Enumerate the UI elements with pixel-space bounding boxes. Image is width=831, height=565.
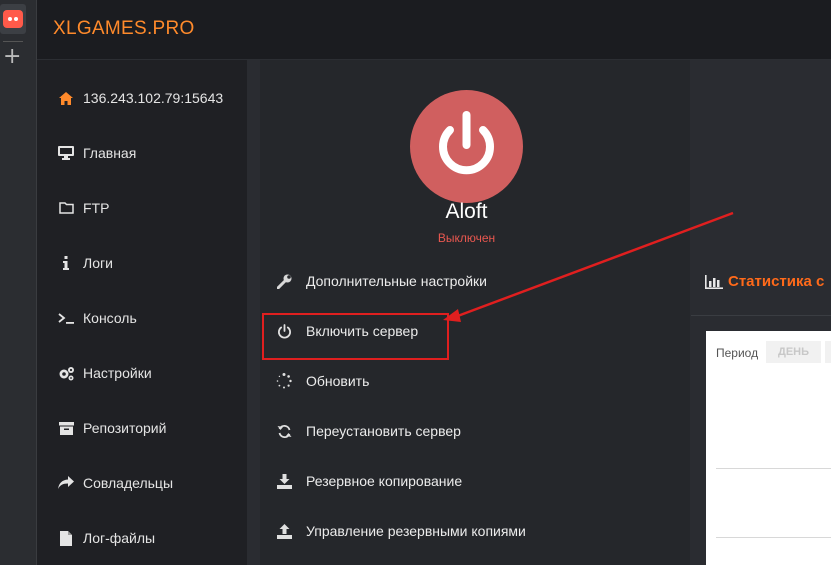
power-icon (276, 323, 292, 339)
top-header: XLGAMES.PRO (37, 0, 831, 60)
manage-backups-button[interactable]: Управление резервными копиями (276, 514, 526, 548)
backup-button[interactable]: Резервное копирование (276, 464, 462, 498)
period-label: Период (716, 346, 759, 360)
sidebar-item-coowners[interactable]: Совладельцы (37, 463, 247, 503)
wrench-icon (276, 273, 292, 289)
update-button[interactable]: Обновить (276, 364, 369, 398)
download-icon (276, 473, 292, 489)
info-icon (57, 255, 75, 271)
chart-gridline (716, 468, 831, 469)
refresh-icon (276, 423, 292, 439)
sidebar: 136.243.102.79:15643 Главная FTP Логи Ко… (37, 60, 247, 565)
sidebar-item-console[interactable]: Консоль (37, 298, 247, 338)
app-rail: + (0, 0, 37, 565)
sidebar-item-label: Лог-файлы (83, 530, 156, 546)
reinstall-server-button[interactable]: Переустановить сервер (276, 414, 461, 448)
sidebar-item-logs[interactable]: Логи (37, 243, 247, 283)
period-next-button[interactable] (825, 341, 831, 363)
terminal-icon (57, 310, 75, 326)
bar-chart-icon (705, 274, 723, 289)
stats-title-text: Статистика с (728, 273, 825, 290)
server-actions-panel: Aloft Выключен Дополнительные настройки … (260, 60, 690, 565)
chart-gridline (716, 537, 831, 538)
sidebar-item-label: Главная (83, 145, 137, 161)
sidebar-item-logfiles[interactable]: Лог-файлы (37, 518, 247, 558)
app-tab[interactable] (0, 4, 26, 34)
main-content: Aloft Выключен Дополнительные настройки … (247, 60, 831, 565)
action-label: Резервное копирование (306, 473, 463, 489)
share-icon (57, 475, 75, 491)
period-day-button[interactable]: ДЕНЬ (766, 341, 821, 363)
sidebar-item-repository[interactable]: Репозиторий (37, 408, 247, 448)
sidebar-item-ftp[interactable]: FTP (37, 188, 247, 228)
sidebar-item-label: Логи (83, 255, 113, 271)
monitor-icon (57, 145, 75, 161)
start-server-button[interactable]: Включить сервер (276, 314, 418, 348)
sidebar-item-label: 136.243.102.79:15643 (83, 90, 224, 106)
sidebar-item-label: Совладельцы (83, 475, 174, 491)
server-status: Выключен (437, 231, 496, 245)
stats-divider (691, 315, 831, 316)
sidebar-item-settings[interactable]: Настройки (37, 353, 247, 393)
rail-divider (3, 41, 23, 42)
sidebar-item-home[interactable]: Главная (37, 133, 247, 173)
advanced-settings-button[interactable]: Дополнительные настройки (276, 264, 487, 298)
brand-logo[interactable]: XLGAMES.PRO (53, 18, 195, 40)
server-name: Aloft (445, 200, 488, 223)
action-label: Дополнительные настройки (306, 273, 487, 289)
sidebar-item-label: Репозиторий (83, 420, 167, 436)
action-label: Переустановить сервер (306, 423, 461, 439)
home-icon (57, 90, 75, 106)
action-label: Обновить (306, 373, 370, 389)
sidebar-item-label: FTP (83, 200, 110, 216)
power-icon (439, 111, 494, 175)
upload-icon (276, 523, 292, 539)
folder-icon (57, 200, 75, 216)
stats-chart-card: Период ДЕНЬ (706, 331, 831, 565)
archive-icon (57, 420, 75, 436)
action-label: Включить сервер (306, 323, 419, 339)
action-label: Управление резервными копиями (306, 523, 526, 539)
stats-title: Статистика с (705, 273, 824, 290)
gears-icon (57, 365, 75, 381)
add-tab-icon[interactable]: + (3, 46, 21, 68)
sidebar-item-ip[interactable]: 136.243.102.79:15643 (37, 78, 247, 118)
file-icon (57, 530, 75, 546)
sidebar-item-label: Консоль (83, 310, 137, 326)
sidebar-item-label: Настройки (83, 365, 152, 381)
spinner-icon (276, 373, 292, 389)
server-power-indicator[interactable] (410, 90, 523, 203)
app-window: + XLGAMES.PRO 136.243.102.79:15643 Главн… (0, 0, 831, 565)
app-logo-icon (3, 10, 23, 28)
